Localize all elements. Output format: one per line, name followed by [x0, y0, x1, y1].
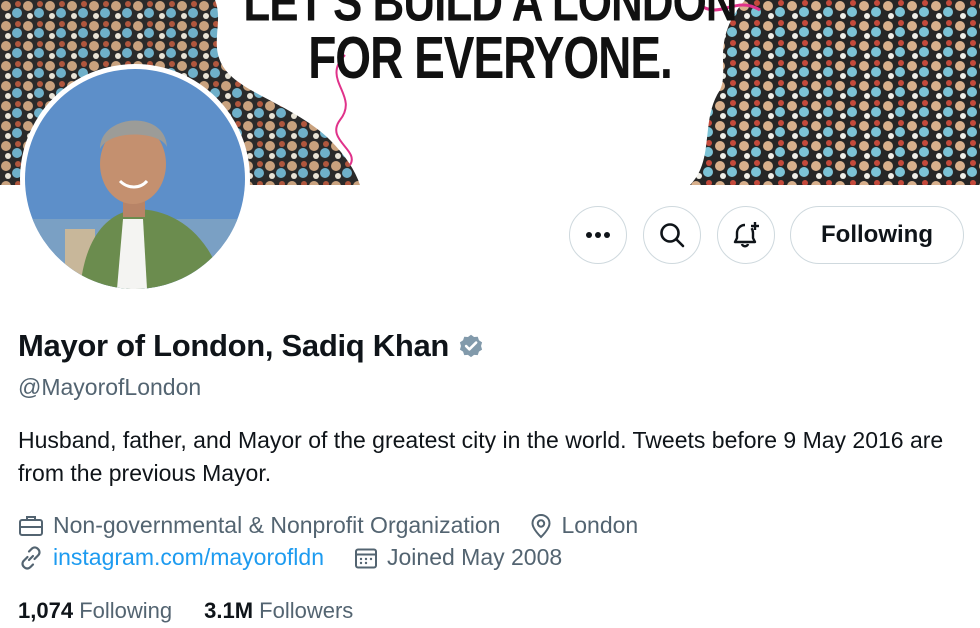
avatar-photo [25, 69, 245, 289]
location-item: London [530, 512, 638, 539]
following-stat[interactable]: 1,074 Following [18, 598, 172, 624]
followers-count: 3.1M [204, 598, 254, 623]
notifications-button[interactable] [717, 206, 775, 264]
category-item: Non-governmental & Nonprofit Organizatio… [18, 512, 500, 539]
location-label: London [561, 512, 639, 538]
link-icon [21, 545, 41, 570]
website-item[interactable]: instagram.com/mayorofldn [18, 544, 324, 571]
follow-stats: 1,074 Following 3.1M Followers [18, 598, 385, 624]
search-profile-button[interactable] [643, 206, 701, 264]
profile-bio: Husband, father, and Mayor of the greate… [18, 427, 944, 486]
verified-badge-icon[interactable] [457, 333, 485, 361]
more-options-button[interactable] [569, 206, 627, 264]
followers-stat[interactable]: 3.1M Followers [204, 598, 353, 624]
location-pin-icon [531, 513, 551, 538]
following-count: 1,074 [18, 598, 74, 623]
profile-avatar[interactable] [20, 64, 250, 294]
profile-handle: @MayorofLondon [18, 374, 202, 400]
calendar-icon [355, 548, 377, 568]
followers-label: Followers [259, 598, 354, 623]
profile-meta-row-1: Non-governmental & Nonprofit Organizatio… [18, 512, 668, 539]
joined-item: Joined May 2008 [354, 544, 562, 571]
search-icon [660, 223, 685, 248]
following-button[interactable]: Following [790, 206, 964, 264]
profile-name-row: Mayor of London, Sadiq Khan [18, 328, 485, 364]
bell-plus-icon [733, 222, 759, 248]
category-label: Non-governmental & Nonprofit Organizatio… [53, 512, 501, 538]
briefcase-icon [19, 515, 43, 536]
display-name: Mayor of London, Sadiq Khan [18, 328, 450, 363]
website-link[interactable]: instagram.com/mayorofldn [53, 544, 324, 571]
ellipsis-icon [586, 232, 610, 238]
joined-label: Joined May 2008 [387, 544, 563, 570]
profile-meta-row-2: instagram.com/mayorofldn Joined May 2008 [18, 544, 592, 571]
following-label: Following [79, 598, 173, 623]
